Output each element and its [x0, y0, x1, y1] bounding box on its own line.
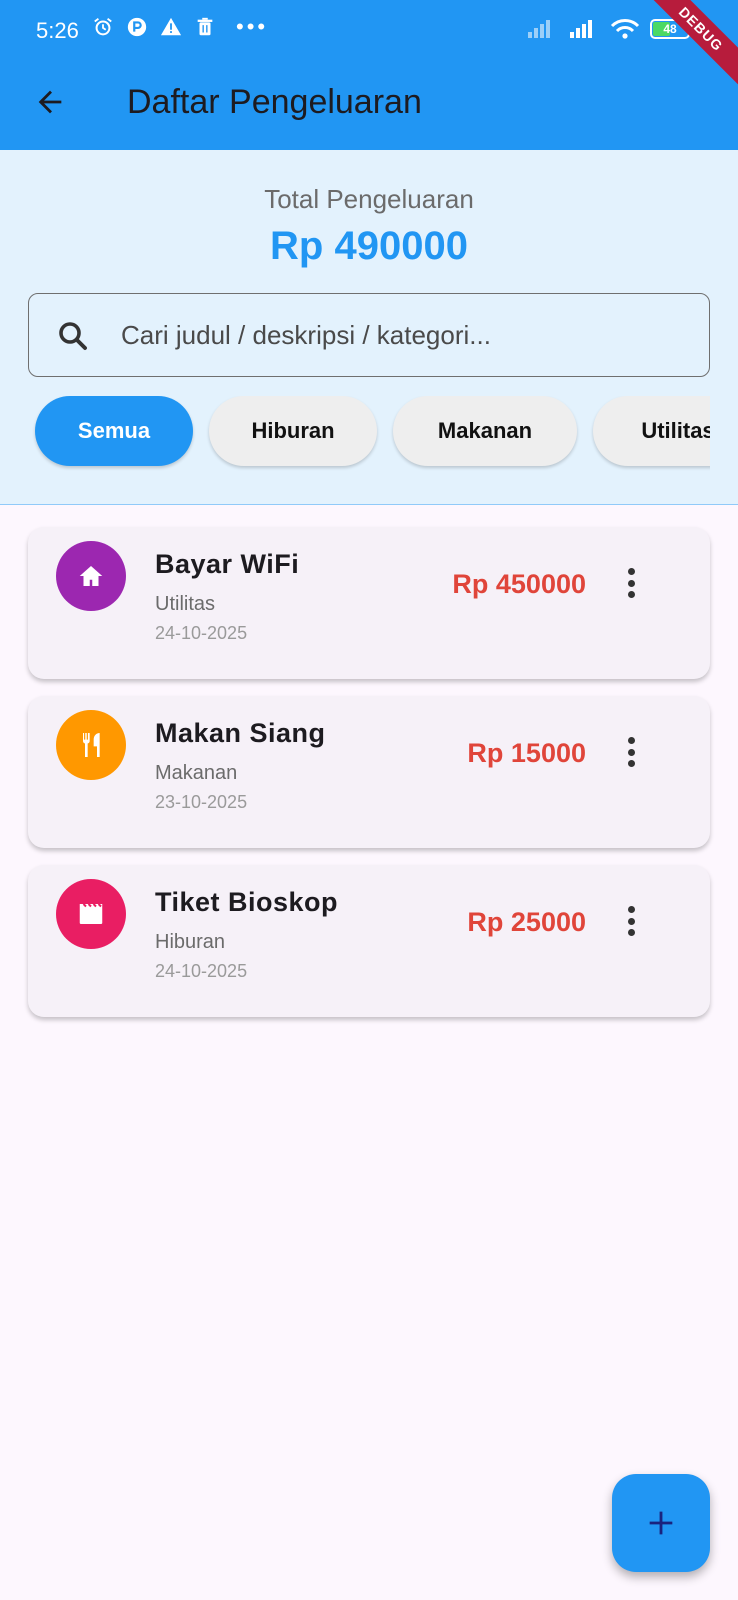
wifi-icon: [610, 19, 640, 39]
category-avatar: [56, 879, 126, 949]
expense-card[interactable]: Tiket Bioskop Hiburan 24-10-2025 Rp 2500…: [28, 865, 710, 1017]
signal-icon: [570, 20, 592, 38]
expense-date: 24-10-2025: [155, 623, 248, 643]
delete-icon: [197, 17, 213, 36]
more-vert-icon[interactable]: [620, 903, 642, 939]
expense-amount: Rp 15000: [467, 738, 586, 768]
warning-icon: [160, 17, 182, 36]
expense-category: Hiburan: [155, 931, 226, 953]
restaurant-icon: [83, 733, 100, 757]
back-button[interactable]: [28, 80, 72, 124]
search-box[interactable]: [28, 293, 710, 377]
more-vert-icon[interactable]: [620, 734, 642, 770]
app-notification-icon: [127, 17, 147, 37]
more-notifications-icon: •••: [236, 14, 269, 39]
add-expense-button[interactable]: [612, 1474, 710, 1572]
expense-category: Makanan: [155, 762, 238, 784]
expense-amount: Rp 25000: [467, 907, 586, 937]
filter-chip-semua[interactable]: Semua: [35, 396, 193, 466]
system-icons: 48: [526, 18, 690, 40]
expense-card[interactable]: Bayar WiFi Utilitas 24-10-2025 Rp 450000: [28, 527, 710, 679]
summary-section: Total Pengeluaran Rp 490000 Semua Hibura…: [0, 150, 738, 505]
expense-amount: Rp 450000: [452, 569, 586, 599]
expense-title: Bayar WiFi: [155, 549, 300, 579]
search-icon: [59, 322, 87, 350]
status-bar: 5:26 ••• 48: [0, 0, 738, 64]
expense-card[interactable]: Makan Siang Makanan 23-10-2025 Rp 15000: [28, 696, 710, 848]
filter-chip-hiburan[interactable]: Hiburan: [209, 396, 377, 466]
category-avatar: [56, 710, 126, 780]
movie-icon: [79, 903, 103, 924]
filter-chip-utilitas[interactable]: Utilitas: [593, 396, 710, 466]
expense-date: 24-10-2025: [155, 961, 248, 981]
app-bar: Daftar Pengeluaran: [0, 64, 738, 150]
total-label: Total Pengeluaran: [264, 184, 474, 214]
page-title: Daftar Pengeluaran: [127, 83, 422, 121]
status-time: 5:26: [36, 18, 79, 43]
expense-category: Utilitas: [155, 593, 216, 615]
expense-date: 23-10-2025: [155, 792, 248, 812]
alarm-icon: [94, 18, 112, 36]
filter-chip-makanan[interactable]: Makanan: [393, 396, 577, 466]
expense-list: Bayar WiFi Utilitas 24-10-2025 Rp 450000…: [28, 527, 710, 1034]
add-icon: [649, 1511, 673, 1535]
total-value: Rp 490000: [270, 224, 468, 268]
top-bar: 5:26 ••• 48 DEBUG Daftar Pengeluaran: [0, 0, 738, 150]
more-vert-icon[interactable]: [620, 565, 642, 601]
home-icon: [79, 566, 103, 586]
expense-title: Tiket Bioskop: [155, 887, 339, 917]
notification-icons: •••: [92, 16, 268, 38]
battery-level: 48: [663, 22, 677, 36]
category-avatar: [56, 541, 126, 611]
search-input[interactable]: [121, 314, 681, 356]
arrow-back-icon: [38, 90, 62, 114]
filter-chips: Semua Hiburan Makanan Utilitas: [28, 396, 710, 472]
signal-weak-icon: [528, 20, 550, 38]
expense-title: Makan Siang: [155, 718, 326, 748]
